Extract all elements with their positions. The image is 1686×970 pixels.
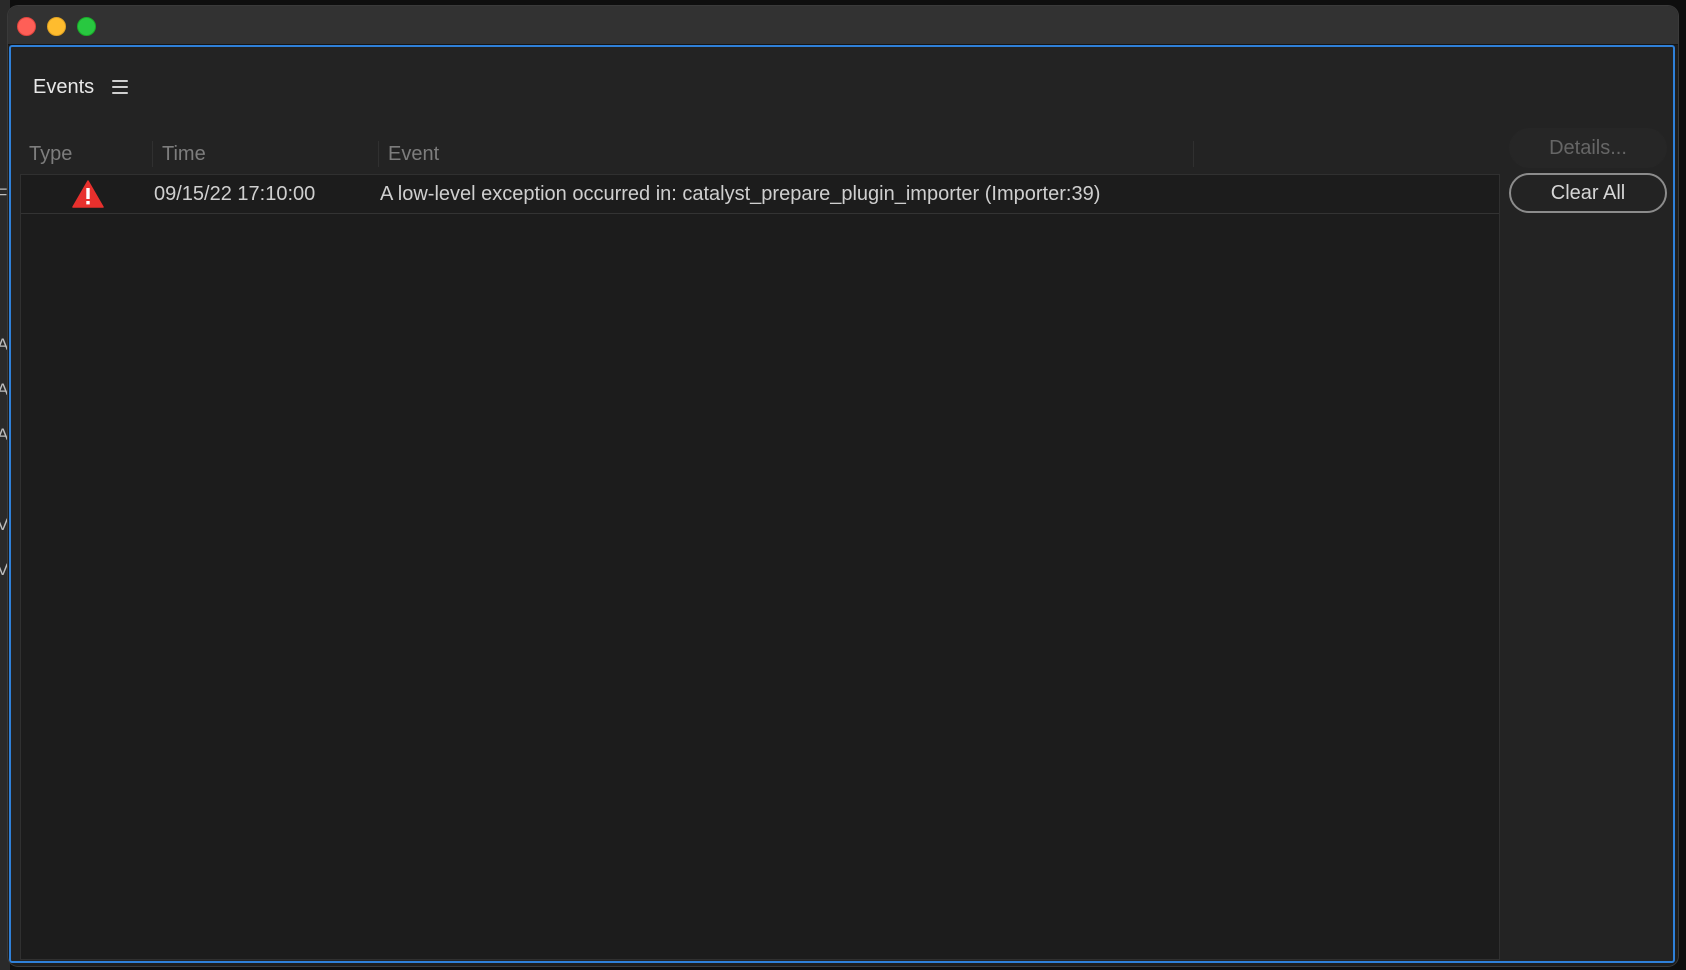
events-window: Events Type Time Event 09/15/22 17:10:00: [8, 6, 1678, 966]
column-header-time[interactable]: Time: [153, 141, 379, 167]
minimize-window-button[interactable]: [47, 17, 66, 36]
events-panel: Events Type Time Event 09/15/22 17:10:00: [9, 45, 1675, 963]
row-type-cell: [21, 180, 154, 208]
row-time-cell: 09/15/22 17:10:00: [154, 182, 316, 205]
column-header-event[interactable]: Event: [379, 141, 1194, 167]
hamburger-menu-icon[interactable]: [112, 80, 129, 94]
panel-title: Events: [33, 75, 95, 98]
maximize-window-button[interactable]: [77, 17, 96, 36]
close-window-button[interactable]: [17, 17, 36, 36]
details-button[interactable]: Details...: [1509, 128, 1667, 168]
column-header-type[interactable]: Type: [20, 141, 153, 167]
row-event-cell: A low-level exception occurred in: catal…: [380, 182, 1101, 205]
table-row[interactable]: 09/15/22 17:10:00 A low-level exception …: [21, 175, 1499, 214]
table-header: Type Time Event: [20, 135, 1216, 173]
clear-all-button[interactable]: Clear All: [1509, 173, 1667, 213]
background-glyph: F: [0, 185, 8, 204]
events-list[interactable]: 09/15/22 17:10:00 A low-level exception …: [20, 174, 1500, 960]
warning-icon: [71, 180, 104, 208]
panel-header: Events: [33, 67, 129, 107]
title-bar[interactable]: [8, 6, 1678, 45]
